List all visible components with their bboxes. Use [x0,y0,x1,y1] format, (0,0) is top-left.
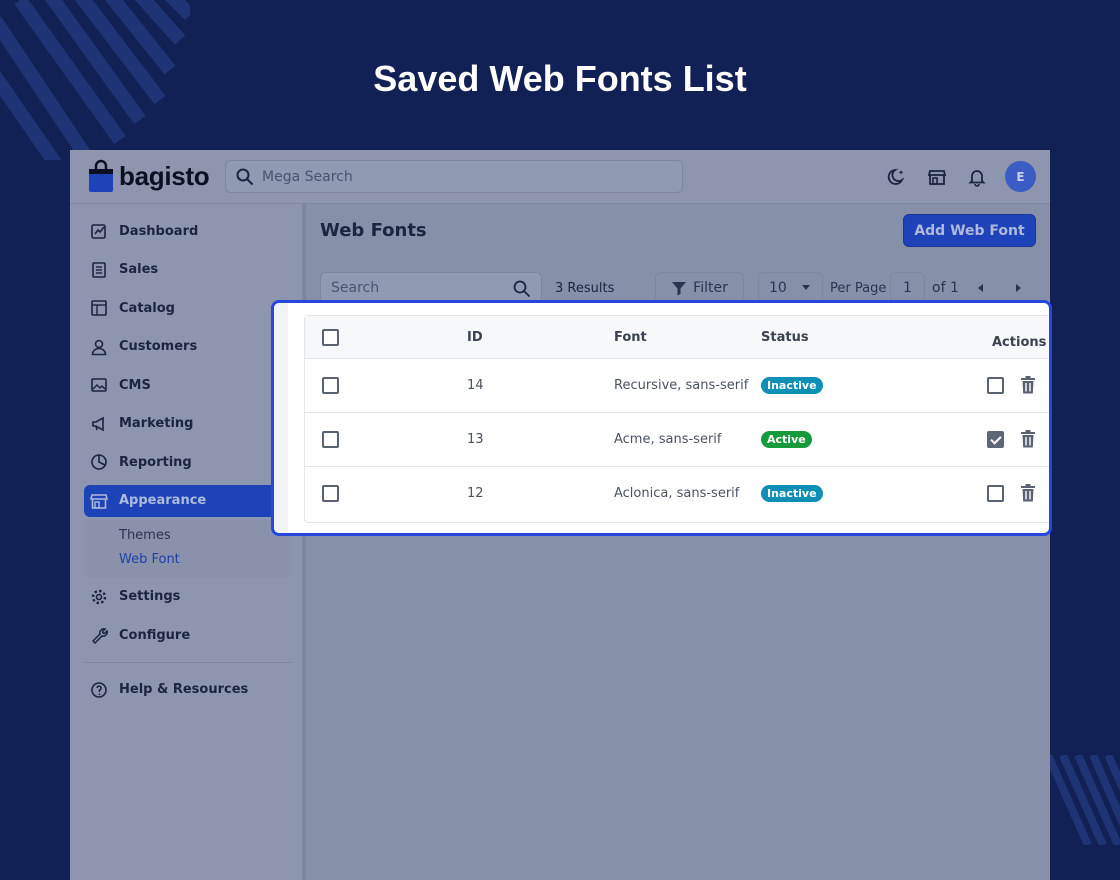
mega-search-input[interactable]: Mega Search [225,160,683,193]
select-all-checkbox[interactable] [322,329,339,346]
trash-icon[interactable] [1020,429,1036,449]
row-status-toggle-checkbox[interactable] [987,431,1004,448]
sidebar-item-customers[interactable]: Customers [84,328,292,367]
add-web-font-button[interactable]: Add Web Font [903,214,1036,247]
search-icon [513,280,531,298]
dark-mode-icon[interactable] [885,165,909,189]
sidebar-item-configure[interactable]: Configure [84,616,292,655]
logo[interactable]: bagisto [88,159,210,193]
sidebar-item-label: Settings [119,589,181,605]
sidebar-item-label: Help & Resources [119,682,249,698]
sidebar-item-appearance[interactable]: Appearance [84,484,292,517]
column-header-actions: Actions [992,335,1047,350]
sidebar-item-sales[interactable]: Sales [84,251,292,290]
status-badge: Inactive [761,485,823,502]
help-icon [90,681,108,699]
sidebar-item-help[interactable]: Help & Resources [84,671,292,710]
appearance-submenu: Themes Web Font [84,519,292,578]
top-bar: bagisto Mega Search E [70,150,1050,204]
column-header-id[interactable]: ID [467,330,483,345]
sidebar-item-label: Dashboard [119,223,199,239]
trash-icon[interactable] [1020,483,1036,503]
status-badge: Active [761,431,812,448]
sidebar-item-marketing[interactable]: Marketing [84,405,292,444]
filter-icon [672,282,687,296]
filter-label: Filter [693,280,728,296]
row-checkbox[interactable] [322,431,339,448]
sidebar-item-label: Configure [119,627,191,643]
catalog-icon [90,299,108,317]
row-checkbox[interactable] [322,485,339,502]
datagrid-search-placeholder: Search [331,280,380,296]
column-header-status[interactable]: Status [761,330,809,345]
avatar[interactable]: E [1005,161,1036,192]
row-id: 14 [467,378,484,393]
column-header-font[interactable]: Font [614,330,647,345]
logo-text: bagisto [119,160,210,191]
page-total: of 1 [932,280,959,296]
results-count: 3 Results [555,281,615,296]
receipt-icon [90,261,108,279]
sidebar-item-label: Marketing [119,416,194,432]
status-badge: Inactive [761,377,823,394]
chevron-down-icon [802,285,810,290]
shopping-bag-icon [89,159,113,192]
trash-icon[interactable] [1020,375,1036,395]
sidebar-item-label: Catalog [119,300,175,316]
row-font: Acme, sans-serif [614,432,722,447]
notification-bell-icon[interactable] [965,165,989,189]
sidebar-item-label: CMS [119,377,151,393]
row-font: Recursive, sans-serif [614,378,749,393]
table-row: 14 Recursive, sans-serif Inactive [305,359,1049,413]
page-title: Web Fonts [320,220,427,241]
sidebar-divider [84,661,292,663]
row-checkbox[interactable] [322,377,339,394]
row-id: 13 [467,432,484,447]
sidebar-item-settings[interactable]: Settings [84,578,292,617]
page-headline: Saved Web Fonts List [373,58,747,99]
dashboard-icon [90,222,108,240]
row-id: 12 [467,486,484,501]
sidebar-item-label: Appearance [119,493,207,508]
per-page-value: 10 [769,280,787,296]
gear-icon [90,588,108,606]
search-icon [236,168,254,185]
previous-page-icon[interactable] [978,284,983,292]
highlighted-web-fonts-table: ID Font Status Actions 14 Recursive, san… [271,300,1052,536]
sidebar-item-cms[interactable]: CMS [84,366,292,405]
sidebar-item-reporting[interactable]: Reporting [84,443,292,482]
sidebar-item-catalog[interactable]: Catalog [84,289,292,328]
row-font: Aclonica, sans-serif [614,486,740,501]
pie-chart-icon [90,453,108,471]
web-fonts-table: ID Font Status Actions 14 Recursive, san… [304,315,1049,523]
user-icon [90,338,108,356]
megaphone-icon [90,415,108,433]
row-status-toggle-checkbox[interactable] [987,377,1004,394]
sidebar-item-label: Reporting [119,454,192,470]
table-row: 13 Acme, sans-serif Active [305,413,1049,467]
submenu-item-themes[interactable]: Themes [119,524,292,548]
sidebar-item-label: Customers [119,339,198,355]
wrench-icon [90,626,108,645]
decorative-stripes-bottom-right [1048,755,1120,845]
store-icon [90,492,108,510]
table-header: ID Font Status Actions [305,316,1049,359]
storefront-icon[interactable] [925,165,949,189]
mega-search-placeholder: Mega Search [262,168,353,185]
submenu-item-web-font[interactable]: Web Font [119,548,292,572]
table-row: 12 Aclonica, sans-serif Inactive [305,467,1049,521]
table-left-strip [274,303,288,533]
next-page-icon[interactable] [1016,284,1021,292]
sidebar-item-dashboard[interactable]: Dashboard [84,212,292,251]
image-icon [90,376,108,394]
per-page-label: Per Page [830,281,887,296]
row-status-toggle-checkbox[interactable] [987,485,1004,502]
sidebar-item-label: Sales [119,262,159,278]
